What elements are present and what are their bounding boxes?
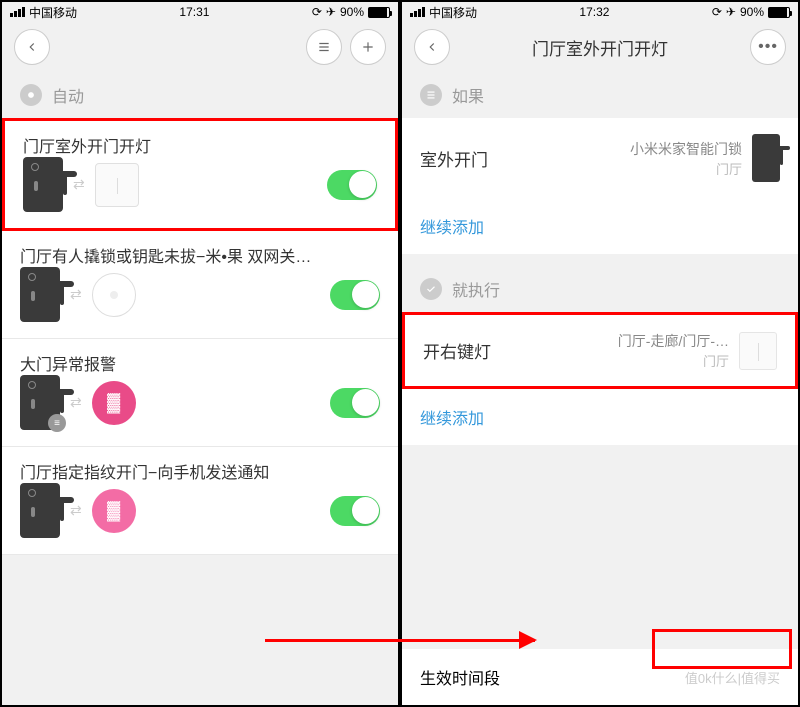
action-row[interactable]: 开右键灯 门厅-走廊/门厅-… 门厅: [402, 312, 798, 389]
refresh-icon: ⟳: [712, 5, 722, 19]
nav-bar: 门厅室外开门开灯 •••: [402, 22, 798, 72]
section-label: 就执行: [452, 277, 500, 301]
location-icon: ✈: [726, 5, 736, 19]
battery-icon: [768, 7, 790, 18]
rule-toggle[interactable]: [330, 388, 380, 418]
lock-device-icon: [20, 267, 60, 322]
if-icon: [420, 84, 442, 106]
back-button[interactable]: [414, 29, 450, 65]
device-name: 门厅-走廊/门厅-…: [618, 331, 729, 351]
section-label: 如果: [452, 83, 484, 107]
section-label: 自动: [52, 83, 84, 107]
flow-arrow: [265, 639, 535, 642]
automation-rule[interactable]: 门厅有人撬锁或钥匙未拔−米•果 双网关… ⇄: [2, 231, 398, 339]
effective-label: 生效时间段: [420, 665, 500, 689]
action-label: 开右键灯: [423, 338, 491, 363]
rule-toggle[interactable]: [327, 170, 377, 200]
highlight-box: [652, 629, 792, 669]
clock: 17:31: [179, 5, 209, 19]
badge-icon: ≡: [48, 414, 66, 432]
plus-icon: [361, 40, 375, 54]
switch-device-icon: [95, 163, 139, 207]
chevron-left-icon: [425, 40, 439, 54]
section-header-then: 就执行: [402, 266, 798, 312]
automation-rule[interactable]: 门厅指定指纹开门−向手机发送通知 ⇄ ▓: [2, 447, 398, 555]
status-bar: 中国移动 17:32 ⟳ ✈ 90%: [402, 2, 798, 22]
battery-icon: [368, 7, 390, 18]
right-phone: 中国移动 17:32 ⟳ ✈ 90% 门厅室外开门开灯 •••: [402, 2, 798, 705]
rule-title: 门厅室外开门开灯: [23, 133, 377, 157]
rule-toggle[interactable]: [330, 496, 380, 526]
add-action-button[interactable]: 继续添加: [402, 389, 798, 445]
rule-toggle[interactable]: [330, 280, 380, 310]
auto-icon: [20, 84, 42, 106]
list-icon: [317, 40, 331, 54]
page-title: 门厅室外开门开灯: [450, 35, 750, 60]
trigger-label: 室外开门: [420, 146, 488, 171]
automation-rule[interactable]: 门厅室外开门开灯 ⇄: [2, 118, 398, 231]
signal-icon: [10, 7, 25, 17]
clock: 17:32: [579, 5, 609, 19]
left-phone: 中国移动 17:31 ⟳ ✈ 90%: [2, 2, 398, 705]
device-room: 门厅: [618, 351, 729, 370]
location-icon: ✈: [326, 5, 336, 19]
lock-device-icon: [20, 483, 60, 538]
device-name: 小米米家智能门锁: [630, 139, 742, 159]
gateway-device-icon: [92, 273, 136, 317]
rule-title: 门厅有人撬锁或钥匙未拔−米•果 双网关…: [20, 243, 380, 267]
vibration-device-icon: ▓: [92, 381, 136, 425]
switch-device-icon: [739, 332, 777, 370]
battery-percent: 90%: [740, 5, 764, 19]
refresh-icon: ⟳: [312, 5, 322, 19]
link-icon: ⇄: [73, 176, 85, 193]
device-room: 门厅: [630, 159, 742, 178]
section-header-auto: 自动: [2, 72, 398, 118]
section-header-if: 如果: [402, 72, 798, 118]
then-icon: [420, 278, 442, 300]
automation-rule[interactable]: 大门异常报警 ≡ ⇄ ▓: [2, 339, 398, 447]
link-icon: ⇄: [70, 394, 82, 411]
ellipsis-icon: •••: [758, 38, 778, 56]
status-bar: 中国移动 17:31 ⟳ ✈ 90%: [2, 2, 398, 22]
add-button[interactable]: [350, 29, 386, 65]
list-button[interactable]: [306, 29, 342, 65]
lock-device-icon: [23, 157, 63, 212]
rule-title: 大门异常报警: [20, 351, 380, 375]
carrier-label: 中国移动: [29, 4, 77, 21]
carrier-label: 中国移动: [429, 4, 477, 21]
trigger-row[interactable]: 室外开门 小米米家智能门锁 门厅: [402, 118, 798, 198]
more-button[interactable]: •••: [750, 29, 786, 65]
nav-bar: [2, 22, 398, 72]
link-icon: ⇄: [70, 502, 82, 519]
link-icon: ⇄: [70, 286, 82, 303]
lock-device-icon: [752, 134, 780, 182]
effective-value: 值0k什么|值得买: [685, 668, 780, 687]
back-button[interactable]: [14, 29, 50, 65]
notification-device-icon: ▓: [92, 489, 136, 533]
add-trigger-button[interactable]: 继续添加: [402, 198, 798, 254]
chevron-left-icon: [25, 40, 39, 54]
rule-title: 门厅指定指纹开门−向手机发送通知: [20, 459, 380, 483]
signal-icon: [410, 7, 425, 17]
battery-percent: 90%: [340, 5, 364, 19]
